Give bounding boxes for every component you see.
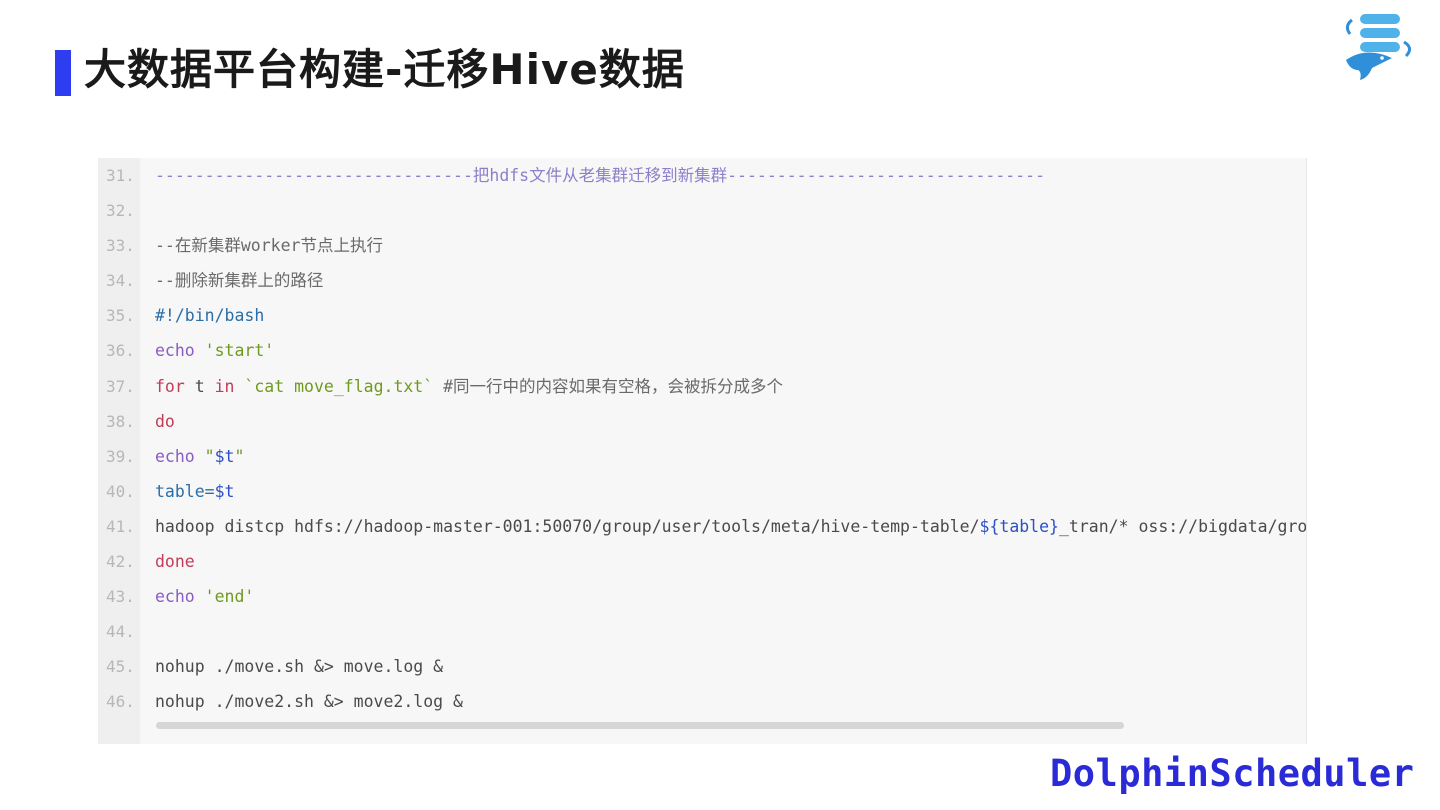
horizontal-scrollbar[interactable] [156, 722, 1124, 729]
line-number: 39. [106, 446, 135, 466]
code-token: t [184, 376, 215, 396]
code-text: echo 'start' [155, 333, 274, 368]
code-token: table= [155, 481, 215, 501]
code-text: echo 'end' [155, 579, 254, 614]
code-token: nohup ./move2.sh &> move2.log & [155, 692, 463, 712]
code-text: --删除新集群上的路径 [155, 263, 323, 298]
code-text: --------------------------------把hdfs文件从… [155, 158, 1045, 193]
code-token: #!/bin/bash [155, 306, 265, 326]
code-token: nohup ./move.sh &> move.log & [155, 657, 444, 677]
code-line: 35. #!/bin/bash [98, 298, 1306, 333]
title-accent-bar [55, 50, 71, 96]
line-number: 34. [106, 271, 135, 291]
line-number: 41. [106, 516, 135, 536]
code-token: --------------------------------把hdfs文件从… [155, 166, 1046, 185]
code-text: for t in `cat move_flag.txt` #同一行中的内容如果有… [155, 369, 783, 404]
brand-wordmark: DolphinScheduler [1050, 752, 1415, 795]
code-line: 44. [98, 614, 1306, 649]
code-token: echo [155, 446, 205, 466]
line-number: 32. [106, 201, 135, 221]
code-line: 39. echo "$t" [98, 439, 1306, 474]
code-line: 32. [98, 193, 1306, 228]
line-number: 45. [106, 657, 135, 677]
code-line: 46. nohup ./move2.sh &> move2.log & [98, 684, 1306, 719]
code-text: #!/bin/bash [155, 298, 264, 333]
code-token: `cat move_flag.txt` [234, 376, 434, 396]
line-number: 33. [106, 236, 135, 256]
line-number: 36. [106, 341, 135, 361]
code-token: hadoop distcp hdfs://hadoop-master-001:5… [155, 516, 980, 536]
code-token: _tran/* oss://bigdata/group/user/tools/m… [1059, 516, 1307, 536]
code-token: #同一行中的内容如果有空格，会被拆分成多个 [433, 376, 784, 396]
code-line: 34. --删除新集群上的路径 [98, 263, 1306, 298]
code-line: 37. for t in `cat move_flag.txt` #同一行中的内容… [98, 369, 1306, 404]
code-token: $t [214, 446, 235, 466]
code-line: 38. do [98, 404, 1306, 439]
code-token: ${table} [979, 516, 1059, 536]
code-token: echo [155, 341, 205, 361]
code-line: 31. --------------------------------把hdfs… [98, 158, 1306, 193]
code-line: 42. done [98, 544, 1306, 579]
code-text: do [155, 404, 175, 439]
code-text: --在新集群worker节点上执行 [155, 228, 383, 263]
line-number: 42. [106, 552, 135, 572]
page-title: 大数据平台构建-迁移Hive数据 [84, 45, 685, 94]
code-text: nohup ./move.sh &> move.log & [155, 649, 443, 684]
code-token: $t [214, 481, 235, 501]
code-text: hadoop distcp hdfs://hadoop-master-001:5… [155, 509, 1307, 544]
code-text: table=$t [155, 474, 234, 509]
code-line: 33. --在新集群worker节点上执行 [98, 228, 1306, 263]
code-token: --在新集群worker节点上执行 [155, 236, 383, 256]
code-token: echo [155, 587, 205, 607]
line-number: 31. [106, 166, 135, 185]
code-text: echo "$t" [155, 439, 244, 474]
code-token: 'start' [204, 341, 275, 361]
code-line: 40. table=$t [98, 474, 1306, 509]
line-number: 38. [106, 411, 135, 431]
code-token: done [155, 552, 195, 572]
line-number: 43. [106, 587, 135, 607]
code-token: 'end' [204, 587, 255, 607]
dolphin-database-logo-icon [1320, 8, 1424, 84]
line-number: 37. [106, 376, 135, 396]
line-number: 35. [106, 306, 135, 326]
code-token: do [155, 411, 175, 431]
code-token: for [155, 376, 185, 396]
code-line: 45. nohup ./move.sh &> move.log & [98, 649, 1306, 684]
code-block: 31. --------------------------------把hdfs… [98, 158, 1307, 744]
line-number: 46. [106, 692, 135, 712]
line-number: 40. [106, 481, 135, 501]
code-text: done [155, 544, 195, 579]
code-line: 43. echo 'end' [98, 579, 1306, 614]
code-text: nohup ./move2.sh &> move2.log & [155, 684, 463, 719]
code-token: " [204, 446, 215, 466]
code-token: --删除新集群上的路径 [155, 271, 324, 291]
line-number: 44. [106, 622, 135, 642]
code-token: " [234, 446, 245, 466]
code-token: in [214, 376, 235, 396]
code-lines: 31. --------------------------------把hdfs… [98, 158, 1306, 720]
code-line: 36. echo 'start' [98, 333, 1306, 368]
code-line: 41. hadoop distcp hdfs://hadoop-master-00… [98, 509, 1306, 544]
